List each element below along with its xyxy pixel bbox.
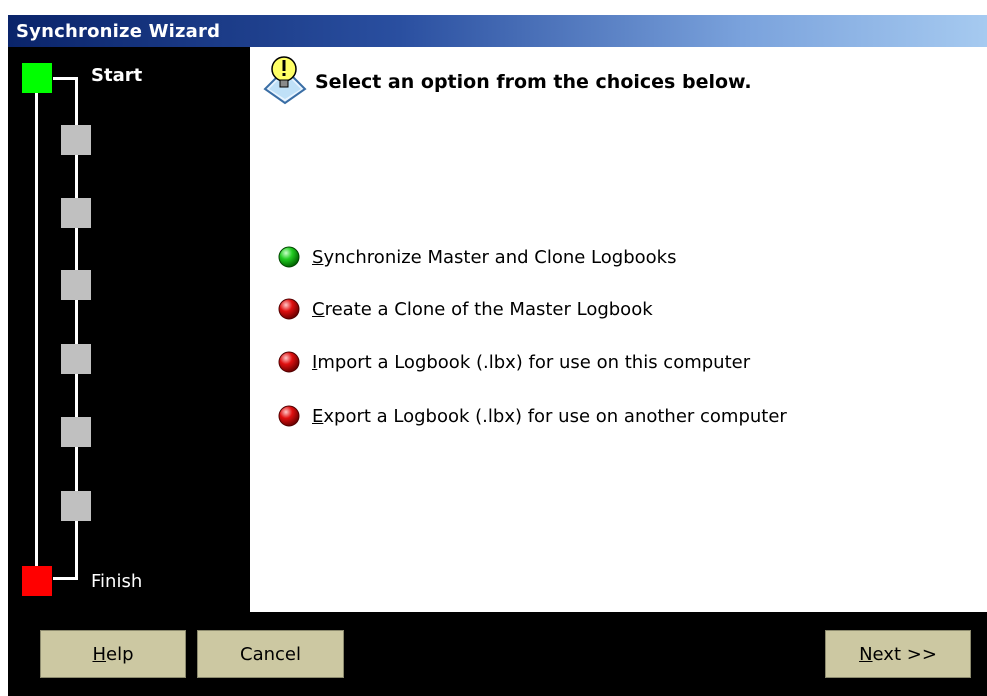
window-title: Synchronize Wizard bbox=[16, 21, 221, 42]
step-marker bbox=[61, 198, 91, 228]
help-button[interactable]: Help bbox=[40, 630, 186, 678]
cancel-button[interactable]: Cancel bbox=[197, 630, 344, 678]
step-marker bbox=[61, 417, 91, 447]
option-label: Create a Clone of the Master Logbook bbox=[312, 298, 653, 320]
title-bar: Synchronize Wizard bbox=[8, 15, 987, 47]
step-rail-bottom-right bbox=[75, 565, 78, 579]
button-bar: Help Cancel Next >> bbox=[8, 612, 987, 696]
step-finish-marker bbox=[22, 566, 52, 596]
step-marker bbox=[61, 344, 91, 374]
instruction-heading: Select an option from the choices below. bbox=[315, 71, 752, 93]
step-marker bbox=[61, 270, 91, 300]
red-ball-icon bbox=[278, 351, 300, 373]
option-label: Export a Logbook (.lbx) for use on anoth… bbox=[312, 405, 787, 427]
step-start-label: Start bbox=[91, 65, 143, 86]
green-ball-icon bbox=[278, 246, 300, 268]
step-marker bbox=[61, 491, 91, 521]
option-create-clone[interactable]: Create a Clone of the Master Logbook bbox=[278, 295, 653, 323]
option-import-logbook[interactable]: Import a Logbook (.lbx) for use on this … bbox=[278, 348, 750, 376]
lightbulb-hint-icon bbox=[263, 56, 307, 105]
step-finish-label: Finish bbox=[91, 571, 143, 592]
next-button[interactable]: Next >> bbox=[825, 630, 971, 678]
wizard-window: Start Finish Select an option from the c… bbox=[8, 47, 987, 696]
step-sidebar: Start Finish bbox=[8, 47, 250, 612]
step-rail-top-connector bbox=[53, 77, 78, 80]
step-start-marker bbox=[22, 63, 52, 93]
option-synchronize-logbooks[interactable]: Synchronize Master and Clone Logbooks bbox=[278, 243, 676, 271]
option-label: Synchronize Master and Clone Logbooks bbox=[312, 246, 677, 268]
option-export-logbook[interactable]: Export a Logbook (.lbx) for use on anoth… bbox=[278, 402, 787, 430]
content-panel: Select an option from the choices below.… bbox=[250, 47, 987, 612]
step-marker bbox=[61, 125, 91, 155]
step-rail-left bbox=[35, 77, 38, 567]
red-ball-icon bbox=[278, 405, 300, 427]
red-ball-icon bbox=[278, 298, 300, 320]
option-label: Import a Logbook (.lbx) for use on this … bbox=[312, 351, 751, 373]
